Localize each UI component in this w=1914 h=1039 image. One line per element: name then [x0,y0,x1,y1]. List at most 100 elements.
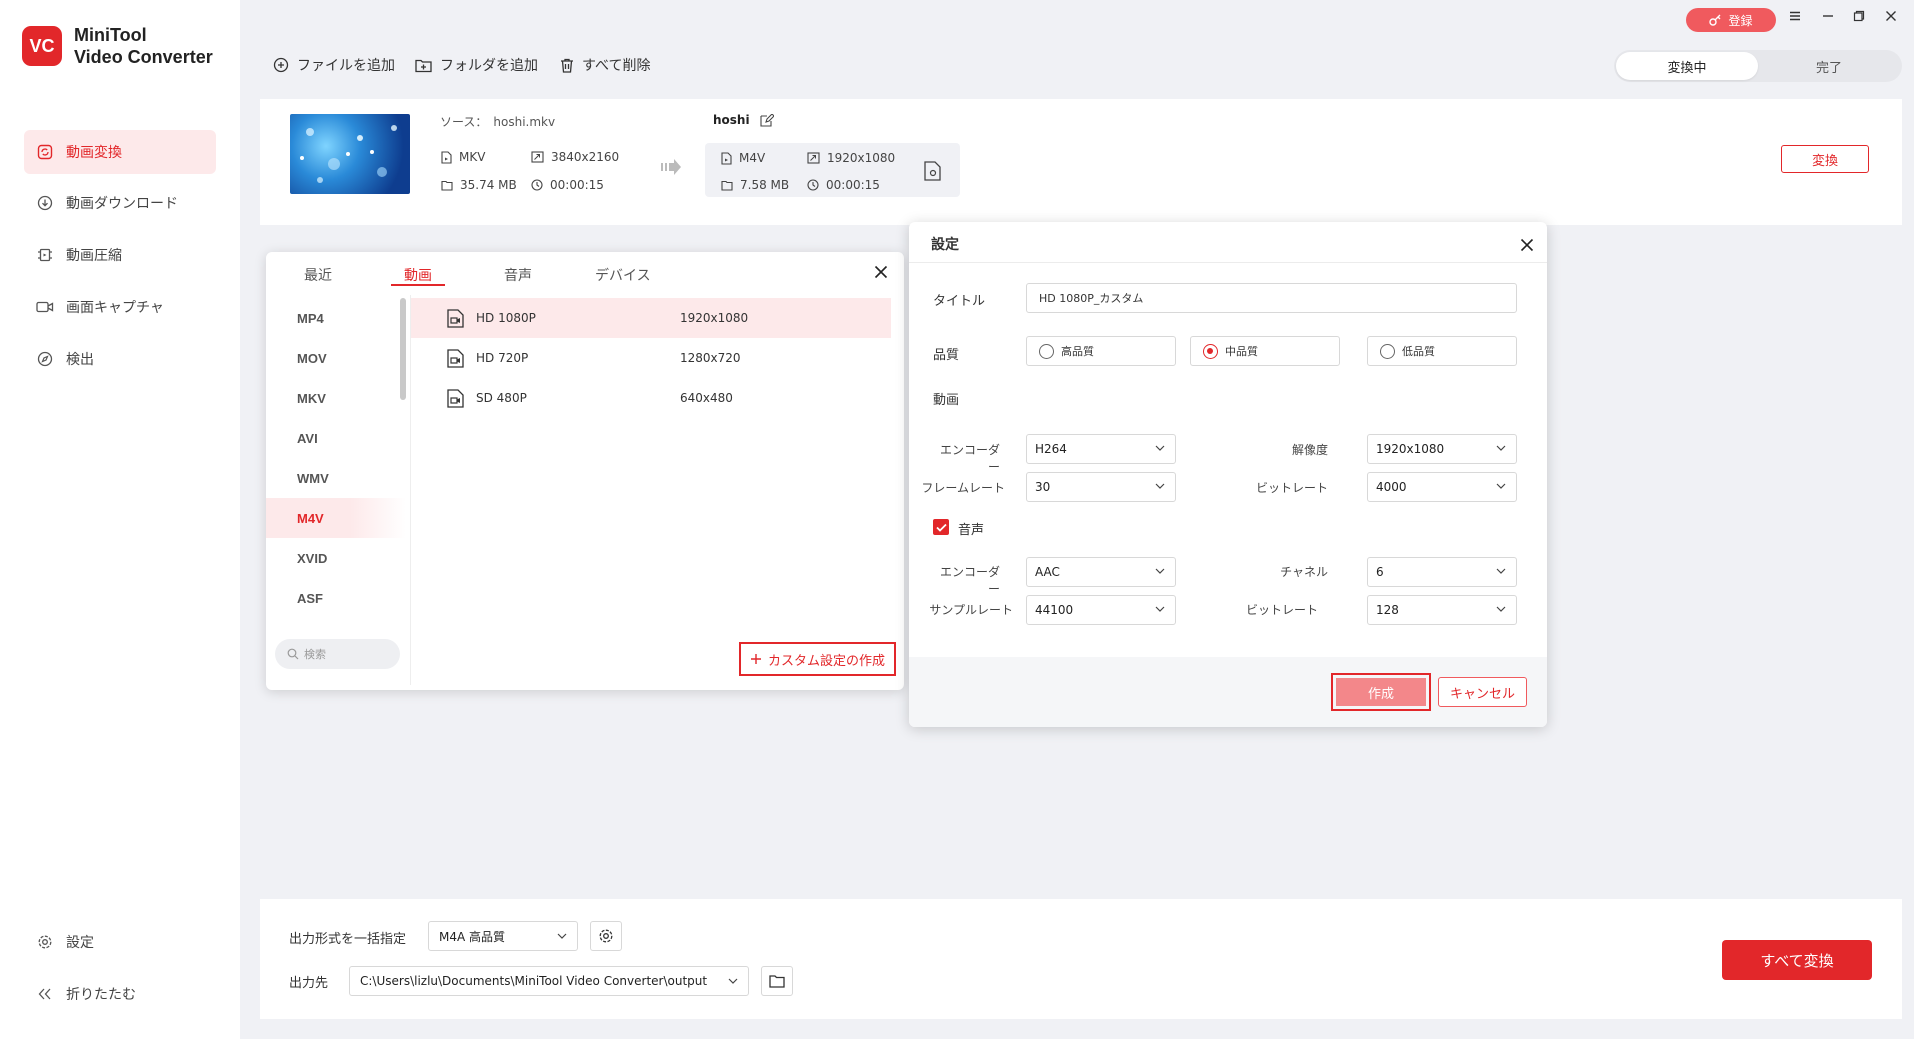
radio-dot [1039,343,1054,359]
resolution-select[interactable]: 1920x1080 [1367,434,1517,464]
bottom-bar [260,899,1902,1019]
format-item-mp4[interactable]: MP4 [297,311,324,326]
create-custom-button[interactable]: カスタム設定の作成 [739,642,896,676]
audio-encoder-select[interactable]: AAC [1026,557,1176,587]
src-format: MKV [441,150,485,164]
convert-all-button[interactable]: すべて変換 [1722,940,1872,980]
sidebar-settings[interactable]: 設定 [24,920,216,964]
preset-row[interactable]: SD 480P 640x480 [411,378,891,418]
create-button[interactable]: 作成 [1331,673,1431,711]
quality-medium-radio[interactable]: 中品質 [1190,336,1340,366]
compress-icon [36,246,54,264]
file-icon [441,150,452,164]
chevron-down-icon [1155,566,1165,576]
trash-icon [560,58,574,73]
framerate-select[interactable]: 30 [1026,472,1176,502]
output-dir-select[interactable]: C:\Users\lizlu\Documents\MiniTool Video … [349,966,749,996]
close-icon[interactable] [1885,10,1897,26]
sidebar-item-label: 動画圧縮 [66,248,122,264]
minimize-icon[interactable] [1822,10,1834,26]
preset-row[interactable]: HD 1080P 1920x1080 [411,298,891,338]
sidebar-item-convert[interactable]: 動画変換 [24,130,216,174]
src-size: 35.74 MB [441,178,517,192]
dst-resolution: 1920x1080 [807,151,895,165]
src-duration: 00:00:15 [531,178,604,192]
tab-recent[interactable]: 最近 [304,265,332,285]
chevron-down-icon [1155,443,1165,453]
sidebar-item-label: 画面キャプチャ [66,300,164,316]
plus-icon [750,653,762,665]
channel-select[interactable]: 6 [1367,557,1517,587]
audio-bitrate-select[interactable]: 128 [1367,595,1517,625]
compass-icon [36,350,54,368]
menu-icon[interactable] [1789,10,1801,26]
file-icon [721,151,732,165]
folder-icon [721,180,733,191]
target-filename: hoshi [713,113,750,127]
video-encoder-select[interactable]: H264 [1026,434,1176,464]
add-folder-button[interactable]: フォルダを追加 [415,55,538,75]
quality-high-radio[interactable]: 高品質 [1026,336,1176,366]
format-search-input[interactable]: 検索 [275,639,400,669]
resize-icon [531,151,544,163]
sidebar-collapse[interactable]: 折りたたむ [24,972,216,1016]
close-icon[interactable] [874,262,888,282]
tab-underline [391,284,445,286]
format-item-asf[interactable]: ASF [297,591,323,606]
output-settings-button[interactable] [590,921,622,951]
clock-icon [531,179,543,191]
delete-all-button[interactable]: すべて削除 [560,55,650,75]
format-item-mov[interactable]: MOV [297,351,327,366]
format-item-xvid[interactable]: XVID [297,551,327,566]
close-icon[interactable] [1520,235,1534,255]
restore-icon[interactable] [1853,10,1865,26]
tab-done[interactable]: 完了 [1758,52,1900,80]
register-button[interactable]: 登録 [1686,8,1776,32]
add-file-button[interactable]: ファイルを追加 [273,55,395,75]
format-item-avi[interactable]: AVI [297,431,318,446]
sidebar-item-download[interactable]: 動画ダウンロード [24,181,216,225]
format-list-scrollbar[interactable] [400,298,406,400]
sidebar-item-capture[interactable]: 画面キャプチャ [24,285,216,329]
preset-row[interactable]: HD 720P 1280x720 [411,338,891,378]
format-item-mkv[interactable]: MKV [297,391,326,406]
video-bitrate-select[interactable]: 4000 [1367,472,1517,502]
camera-icon [36,298,54,316]
audio-bitrate-label: ビットレート [1245,603,1318,617]
quality-label: 品質 [933,348,960,363]
video-section-label: 動画 [933,393,960,408]
framerate-label: フレームレート [921,481,1005,495]
audio-encoder-label: エンコーダー [939,565,1000,596]
output-dir-label: 出力先 [289,976,329,991]
sidebar-item-discover[interactable]: 検出 [24,337,216,381]
tab-audio[interactable]: 音声 [504,265,532,285]
output-format-select[interactable]: M4A 高品質 [428,921,578,951]
dst-size: 7.58 MB [721,178,789,192]
tab-converting[interactable]: 変換中 [1616,52,1758,80]
folder-plus-icon [415,58,432,73]
dst-duration: 00:00:15 [807,178,880,192]
tab-video[interactable]: 動画 [404,265,432,285]
browse-folder-button[interactable] [761,966,793,996]
title-input[interactable]: HD 1080P_カスタム [1026,283,1517,313]
convert-icon [36,143,54,161]
quality-low-radio[interactable]: 低品質 [1367,336,1517,366]
src-resolution: 3840x2160 [531,150,619,164]
edit-icon[interactable] [760,113,774,127]
format-item-m4v[interactable]: M4V [297,511,324,526]
channel-label: チャネル [1280,565,1328,579]
sidebar-item-label: 動画ダウンロード [66,196,178,212]
format-settings-icon[interactable] [924,161,942,185]
dialog-divider [909,262,1547,263]
convert-button[interactable]: 変換 [1781,145,1869,173]
app-name: MiniTool Video Converter [74,25,213,67]
title-label: タイトル [933,294,986,309]
sidebar-item-compress[interactable]: 動画圧縮 [24,233,216,277]
cancel-button[interactable]: キャンセル [1438,677,1527,707]
clock-icon [807,179,819,191]
samplerate-select[interactable]: 44100 [1026,595,1176,625]
gear-icon [36,933,54,951]
audio-checkbox[interactable] [933,519,949,535]
format-item-wmv[interactable]: WMV [297,471,329,486]
tab-device[interactable]: デバイス [595,265,651,285]
